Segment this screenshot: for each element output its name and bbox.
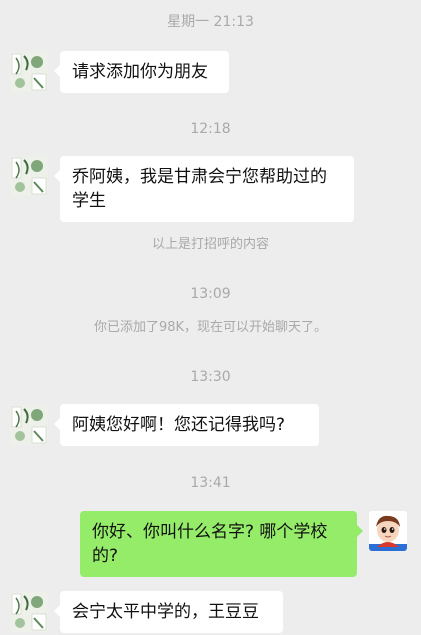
my-avatar[interactable] — [369, 511, 407, 551]
timestamp: 12:18 — [190, 121, 231, 137]
contact-avatar[interactable] — [10, 52, 48, 92]
cartoon-boy-avatar-icon — [369, 511, 407, 551]
plant-photo-avatar-icon — [10, 405, 48, 445]
contact-avatar[interactable] — [10, 592, 48, 632]
system-note: 你已添加了98K，现在可以开始聊天了。 — [93, 320, 328, 335]
timestamp: 13:09 — [190, 286, 231, 302]
plant-photo-avatar-icon — [10, 52, 48, 92]
message-bubble[interactable]: 请求添加你为朋友 — [54, 51, 229, 93]
message-bubble[interactable]: 会宁太平中学的，王豆豆 — [54, 591, 283, 633]
contact-avatar[interactable] — [10, 405, 48, 445]
message-bubble[interactable]: 乔阿姨，我是甘肃会宁您帮助过的学生 — [54, 156, 354, 222]
plant-photo-avatar-icon — [10, 592, 48, 632]
contact-avatar[interactable] — [10, 156, 48, 196]
plant-photo-avatar-icon — [10, 156, 48, 196]
message-bubble-outgoing[interactable]: 你好、你叫什么名字? 哪个学校的? — [80, 511, 363, 577]
system-note: 以上是打招呼的内容 — [151, 237, 269, 252]
timestamp: 13:41 — [190, 475, 231, 491]
chat-view: 星期一 21:13 请求添加你为朋友 12:18 乔阿姨，我是甘肃会宁您帮助过的… — [0, 0, 421, 635]
message-bubble[interactable]: 阿姨您好啊！您还记得我吗? — [54, 404, 319, 446]
timestamp: 星期一 21:13 — [167, 14, 254, 30]
timestamp: 13:30 — [190, 369, 231, 385]
